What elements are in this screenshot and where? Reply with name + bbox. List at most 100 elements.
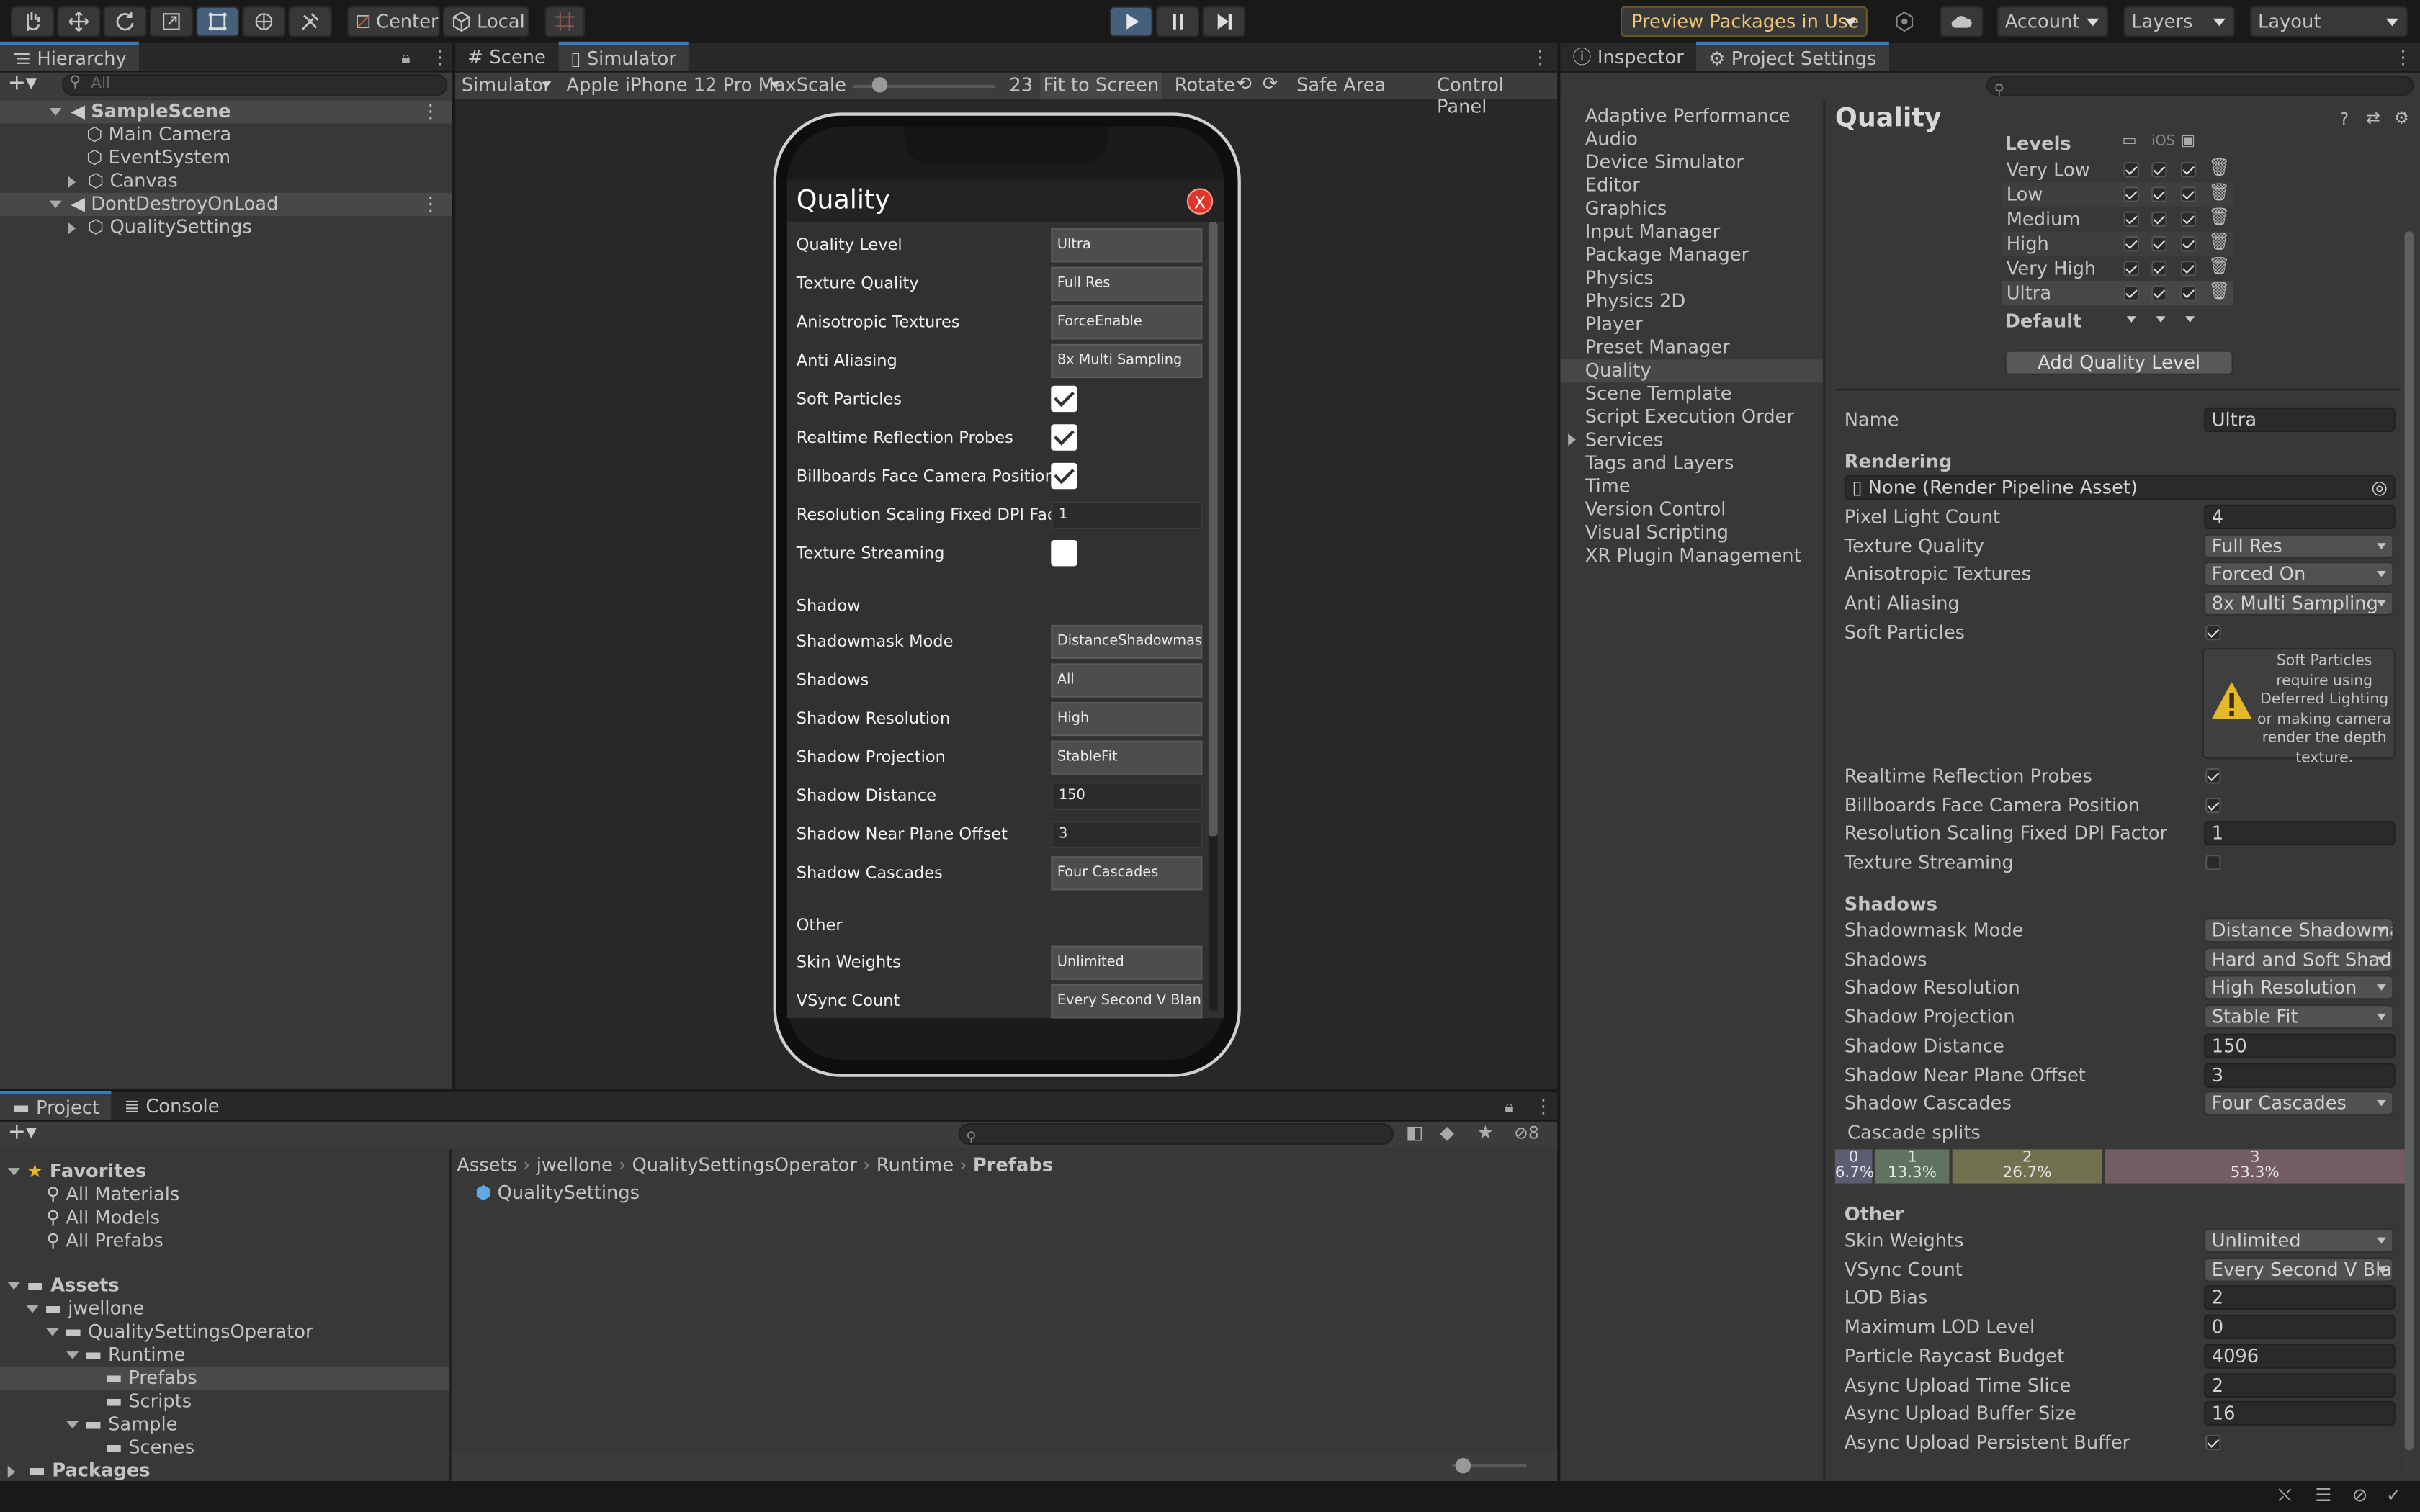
trash-icon[interactable]: 🗑︎ xyxy=(2208,182,2230,202)
tree-jwellone[interactable]: ▬ jwellone xyxy=(26,1297,144,1320)
device-dropdown[interactable]: Apple iPhone 12 Pro Max xyxy=(566,74,796,96)
phone-setting-checkbox[interactable] xyxy=(1051,462,1077,490)
hierarchy-item-canvas[interactable]: ⬡ Canvas xyxy=(68,170,178,193)
breadcrumb-item[interactable]: jwellone xyxy=(537,1154,613,1176)
settings-nav-item[interactable]: Editor xyxy=(1560,174,1822,197)
phone-setting-checkbox[interactable] xyxy=(1051,385,1077,413)
quality-level-row[interactable]: Ultra 🗑︎ xyxy=(2002,281,2233,306)
phone-setting-dropdown[interactable]: DistanceShadowmas xyxy=(1051,624,1203,659)
expand-arrow-icon[interactable] xyxy=(7,1168,20,1182)
tree-prefabs[interactable]: ▬ Prefabs xyxy=(0,1367,449,1390)
trash-icon[interactable]: 🗑︎ xyxy=(2208,256,2230,276)
preset-icon[interactable]: ⇄ xyxy=(2366,108,2380,128)
expand-arrow-icon[interactable] xyxy=(26,1305,39,1319)
property-checkbox[interactable] xyxy=(2205,1434,2221,1451)
settings-nav-item[interactable]: Script Execution Order xyxy=(1560,406,1822,429)
debug-icon[interactable]: ⛌ xyxy=(2278,1484,2292,1507)
property-field[interactable]: 2 xyxy=(2204,1372,2396,1398)
quality-level-row[interactable]: Low 🗑︎ xyxy=(2002,181,2233,207)
quality-level-row[interactable]: Very High 🗑︎ xyxy=(2002,256,2233,281)
property-field[interactable]: 16 xyxy=(2204,1401,2396,1426)
phone-setting-input[interactable]: 3 xyxy=(1051,821,1203,849)
kebab-menu-icon[interactable]: ⋮ xyxy=(1531,46,1550,68)
tree-sample[interactable]: ▬ Sample xyxy=(66,1413,177,1436)
phone-setting-checkbox[interactable] xyxy=(1051,424,1077,451)
icon-size-slider-handle[interactable] xyxy=(1455,1457,1471,1474)
tree-packages[interactable]: ▬ Packages xyxy=(7,1459,151,1482)
tree-runtime[interactable]: ▬ Runtime xyxy=(66,1344,185,1367)
tree-assets[interactable]: ▬ Assets xyxy=(7,1274,120,1297)
pivot-center-button[interactable]: Center xyxy=(347,6,440,37)
tree-qualitysettingsoperator[interactable]: ▬ QualitySettingsOperator xyxy=(46,1320,313,1344)
move-tool-icon[interactable] xyxy=(57,6,101,37)
fit-to-screen-button[interactable]: Fit to Screen xyxy=(1040,72,1162,99)
platform-checkbox[interactable] xyxy=(2180,285,2197,301)
platform-checkbox[interactable] xyxy=(2180,186,2197,202)
settings-nav-item[interactable]: Time xyxy=(1560,475,1822,498)
kebab-menu-icon[interactable]: ⋮ xyxy=(2394,46,2413,68)
settings-nav-item[interactable]: XR Plugin Management xyxy=(1560,544,1822,567)
help-icon[interactable]: ? xyxy=(2340,109,2349,130)
expand-arrow-icon[interactable] xyxy=(46,1328,59,1342)
phone-setting-dropdown[interactable]: Ultra xyxy=(1051,228,1203,263)
layout-dropdown[interactable]: Layout xyxy=(2250,6,2408,37)
property-dropdown[interactable]: Full Res xyxy=(2204,533,2394,559)
filter-type-icon[interactable]: ◧ xyxy=(1406,1122,1423,1143)
trash-icon[interactable]: 🗑︎ xyxy=(2208,158,2230,178)
cascade-segment[interactable]: 3 53.3% xyxy=(2105,1149,2405,1184)
phone-setting-dropdown[interactable]: Four Cascades xyxy=(1051,856,1203,891)
inspector-scrollbar[interactable] xyxy=(2404,231,2414,1478)
phone-setting-dropdown[interactable]: All xyxy=(1051,663,1203,698)
property-field[interactable]: 0 xyxy=(2204,1314,2396,1340)
settings-nav-item[interactable]: Quality xyxy=(1560,359,1823,383)
platform-checkbox[interactable] xyxy=(2151,211,2167,227)
expand-arrow-icon[interactable] xyxy=(7,1464,22,1477)
cache-icon[interactable]: ☰ xyxy=(2315,1484,2331,1506)
tree-all-prefabs[interactable]: ⚲ All Prefabs xyxy=(46,1230,163,1253)
property-field[interactable]: 150 xyxy=(2204,1033,2396,1058)
close-button[interactable]: X xyxy=(1186,188,1214,215)
settings-nav-item[interactable]: Adaptive Performance xyxy=(1560,105,1822,128)
hierarchy-item-eventsystem[interactable]: ⬡ EventSystem xyxy=(86,147,230,170)
expand-arrow-icon[interactable] xyxy=(49,200,62,215)
name-field[interactable]: Ultra xyxy=(2204,407,2396,432)
trash-icon[interactable]: 🗑︎ xyxy=(2208,281,2230,301)
platform-checkbox[interactable] xyxy=(2151,162,2167,178)
tab-console[interactable]: ≣ Console xyxy=(112,1091,232,1120)
tree-scripts[interactable]: ▬ Scripts xyxy=(105,1390,192,1413)
platform-checkbox[interactable] xyxy=(2180,261,2197,276)
phone-setting-dropdown[interactable]: High xyxy=(1051,701,1203,737)
phone-setting-dropdown[interactable]: Unlimited xyxy=(1051,945,1203,980)
cascade-segment[interactable]: 2 26.7% xyxy=(1952,1149,2102,1184)
custom-tool-icon[interactable] xyxy=(288,6,332,37)
settings-nav-item[interactable]: Package Manager xyxy=(1560,244,1822,267)
add-quality-level-button[interactable]: Add Quality Level xyxy=(2004,350,2233,375)
quality-level-row[interactable]: High 🗑︎ xyxy=(2002,231,2233,256)
cloud-icon[interactable] xyxy=(1940,6,1984,37)
add-icon[interactable]: +▾ xyxy=(8,71,37,96)
pause-button[interactable] xyxy=(1156,6,1199,37)
phone-setting-dropdown[interactable]: StableFit xyxy=(1051,740,1203,775)
trash-icon[interactable]: 🗑︎ xyxy=(2208,231,2230,251)
tree-scenes[interactable]: ▬ Scenes xyxy=(105,1436,194,1459)
transform-tool-icon[interactable] xyxy=(242,6,286,37)
property-dropdown[interactable]: High Resolution xyxy=(2204,976,2394,1001)
breadcrumb-item[interactable]: Assets xyxy=(457,1154,517,1176)
settings-nav-item[interactable]: Audio xyxy=(1560,128,1822,151)
platform-checkbox[interactable] xyxy=(2180,162,2197,178)
hand-tool-icon[interactable] xyxy=(11,6,54,37)
platform-checkbox[interactable] xyxy=(2123,186,2139,202)
cascade-segment[interactable]: 1 13.3% xyxy=(1875,1149,1950,1184)
tree-favorites[interactable]: ★ Favorites xyxy=(7,1160,147,1183)
phone-scrollbar-track[interactable] xyxy=(1208,222,1218,1011)
quality-level-row[interactable]: Medium 🗑︎ xyxy=(2002,207,2233,231)
platform-checkbox[interactable] xyxy=(2123,261,2139,276)
phone-setting-input[interactable]: 1 xyxy=(1051,501,1203,529)
safe-area-toggle[interactable]: Safe Area xyxy=(1296,74,1386,96)
property-checkbox[interactable] xyxy=(2205,797,2221,813)
property-field[interactable]: 4 xyxy=(2204,504,2396,529)
chevron-down-icon[interactable] xyxy=(2185,316,2195,327)
platform-checkbox[interactable] xyxy=(2123,211,2139,227)
property-field[interactable]: 1 xyxy=(2204,821,2396,847)
phone-setting-dropdown[interactable]: Full Res xyxy=(1051,266,1203,301)
